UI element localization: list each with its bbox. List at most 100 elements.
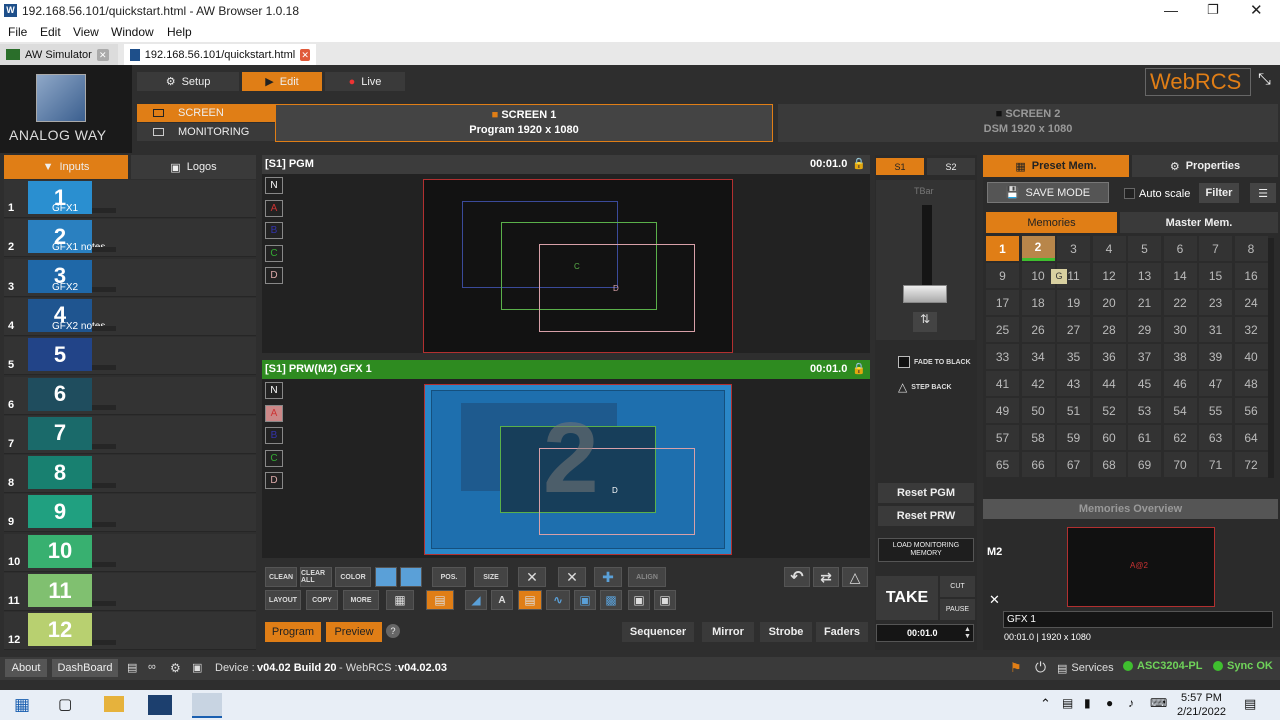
input-thumbnail[interactable]: 7: [28, 416, 92, 450]
prw-canvas[interactable]: 2 D: [424, 384, 732, 555]
snap-icon[interactable]: ▤: [426, 590, 454, 610]
align-button[interactable]: ALIGN: [628, 567, 666, 587]
file-explorer-icon[interactable]: [104, 696, 124, 712]
fullframe-icon[interactable]: ▣: [628, 590, 650, 610]
battery-icon[interactable]: ▮: [1084, 696, 1091, 710]
crop-icon[interactable]: ◢: [465, 590, 487, 610]
tbar-swap-icon[interactable]: ⇅: [913, 312, 937, 332]
live-button[interactable]: ● Live: [325, 72, 405, 91]
more-button[interactable]: MORE: [343, 590, 379, 610]
tab-quickstart[interactable]: 192.168.56.101/quickstart.html ✕: [124, 44, 316, 65]
close-tab-icon[interactable]: ✕: [96, 48, 109, 61]
screen-2-selector[interactable]: ■ SCREEN 2 DSM 1920 x 1080: [778, 104, 1278, 142]
memory-slot[interactable]: 62: [1163, 425, 1197, 450]
memory-slot[interactable]: 15: [1199, 263, 1232, 288]
memory-slot[interactable]: 58: [1021, 425, 1055, 450]
recycle-icon[interactable]: △: [842, 567, 868, 587]
pause-button[interactable]: PAUSE: [940, 599, 975, 620]
strobe-button[interactable]: Strobe: [760, 622, 812, 642]
memory-slot[interactable]: 5: [1128, 236, 1161, 261]
memory-slot[interactable]: 49: [986, 398, 1019, 423]
flag-icon[interactable]: ⚑: [1010, 660, 1022, 676]
memory-slot[interactable]: 48: [1234, 371, 1268, 396]
setup-button[interactable]: ⚙ Setup: [137, 72, 239, 91]
aw-simulator-taskbar-icon[interactable]: [148, 695, 172, 715]
input-thumbnail[interactable]: 5: [28, 338, 92, 372]
memory-slot[interactable]: 29: [1128, 317, 1161, 342]
input-thumbnail[interactable]: 12: [28, 613, 92, 647]
memory-slot[interactable]: 31: [1199, 317, 1232, 342]
memory-slot[interactable]: 69: [1128, 452, 1161, 477]
memory-slot[interactable]: 55: [1199, 398, 1232, 423]
tab-aw-simulator[interactable]: AW Simulator ✕: [0, 44, 118, 65]
layout-button[interactable]: LAYOUT: [265, 590, 301, 610]
monitoring-tab[interactable]: MONITORING: [137, 123, 275, 141]
overview-close-icon[interactable]: ✕: [989, 592, 1000, 608]
memory-slot[interactable]: 9: [986, 263, 1019, 288]
transition-time-input[interactable]: 00:01.0 ▲ ▼: [876, 624, 974, 642]
menu-window[interactable]: Window: [111, 25, 154, 39]
clock-date[interactable]: 2/21/2022: [1177, 706, 1226, 718]
memory-slot[interactable]: 63: [1199, 425, 1232, 450]
mirror-button[interactable]: Mirror: [702, 622, 754, 642]
pip-icon[interactable]: ▣: [574, 590, 596, 610]
network-icon[interactable]: ▤: [1062, 696, 1073, 710]
dashboard-button[interactable]: DashBoard: [52, 659, 118, 677]
wifi-icon[interactable]: ●: [1106, 696, 1113, 710]
restore-button[interactable]: ❐: [1207, 2, 1219, 18]
take-button[interactable]: TAKE: [876, 576, 938, 620]
tbar-handle[interactable]: [903, 285, 947, 303]
memory-slot[interactable]: 68: [1092, 452, 1126, 477]
memory-slot[interactable]: 26: [1021, 317, 1055, 342]
layer-b-button[interactable]: B: [265, 222, 283, 239]
layer-b-button[interactable]: B: [265, 427, 283, 444]
chevron-up-icon[interactable]: ⌃: [1040, 696, 1051, 712]
auto-scale-checkbox[interactable]: [1124, 188, 1135, 199]
memory-slot[interactable]: 52: [1092, 398, 1126, 423]
memory-slot[interactable]: 61: [1128, 425, 1161, 450]
filter-button[interactable]: Filter: [1199, 183, 1239, 203]
memory-slot[interactable]: 18: [1021, 290, 1055, 315]
memory-slot[interactable]: 36: [1092, 344, 1126, 369]
lock-icon[interactable]: 🔒: [852, 157, 866, 170]
memory-slot[interactable]: 56: [1234, 398, 1268, 423]
input-slot[interactable]: 55: [4, 337, 256, 376]
memory-slot[interactable]: 14: [1163, 263, 1197, 288]
memory-slot[interactable]: 16: [1234, 263, 1268, 288]
minimize-button[interactable]: —: [1164, 2, 1178, 18]
layer-d-button[interactable]: D: [265, 267, 283, 284]
memory-slot[interactable]: 57: [986, 425, 1019, 450]
fit-cross-icon[interactable]: ✕: [518, 567, 546, 587]
size-button[interactable]: SIZE: [474, 567, 508, 587]
cut-button[interactable]: CUT: [940, 576, 975, 597]
text-layer-icon[interactable]: A: [491, 590, 513, 610]
memory-slot[interactable]: 43: [1057, 371, 1090, 396]
memory-slot[interactable]: 37: [1128, 344, 1161, 369]
input-slot[interactable]: 1 GFX1 1: [4, 180, 256, 218]
memories-tab[interactable]: Memories: [986, 212, 1117, 233]
clock-time[interactable]: 5:57 PM: [1181, 692, 1222, 704]
memory-slot[interactable]: 44: [1092, 371, 1126, 396]
memory-slot[interactable]: 13: [1128, 263, 1161, 288]
memory-slot[interactable]: 71: [1199, 452, 1232, 477]
layer-c-button[interactable]: C: [265, 244, 283, 262]
load-monitoring-memory-button[interactable]: LOAD MONITORING MEMORY: [878, 538, 974, 562]
master-memories-tab[interactable]: Master Mem.: [1120, 212, 1278, 233]
copy-button[interactable]: COPY: [306, 590, 338, 610]
pgm-canvas[interactable]: C D: [423, 179, 733, 353]
keyboard-icon[interactable]: ⌨: [1150, 696, 1167, 710]
memory-slot[interactable]: 34: [1021, 344, 1055, 369]
logos-tab[interactable]: ▣ Logos: [131, 155, 256, 179]
memory-slot[interactable]: 25: [986, 317, 1019, 342]
memory-slot[interactable]: 51: [1057, 398, 1090, 423]
edit-button[interactable]: ▶ Edit: [242, 72, 322, 91]
memory-slot[interactable]: 32: [1234, 317, 1268, 342]
memory-slot[interactable]: 6: [1163, 236, 1197, 261]
stepper-icon[interactable]: ▲ ▼: [964, 626, 971, 640]
layer-front-icon[interactable]: [375, 567, 397, 587]
close-tab-icon[interactable]: ✕: [300, 48, 310, 61]
menu-file[interactable]: File: [8, 25, 27, 39]
reset-prw-button[interactable]: Reset PRW: [878, 506, 974, 526]
memory-slot[interactable]: 12: [1092, 263, 1126, 288]
input-slot[interactable]: 3 GFX2 3: [4, 258, 256, 297]
